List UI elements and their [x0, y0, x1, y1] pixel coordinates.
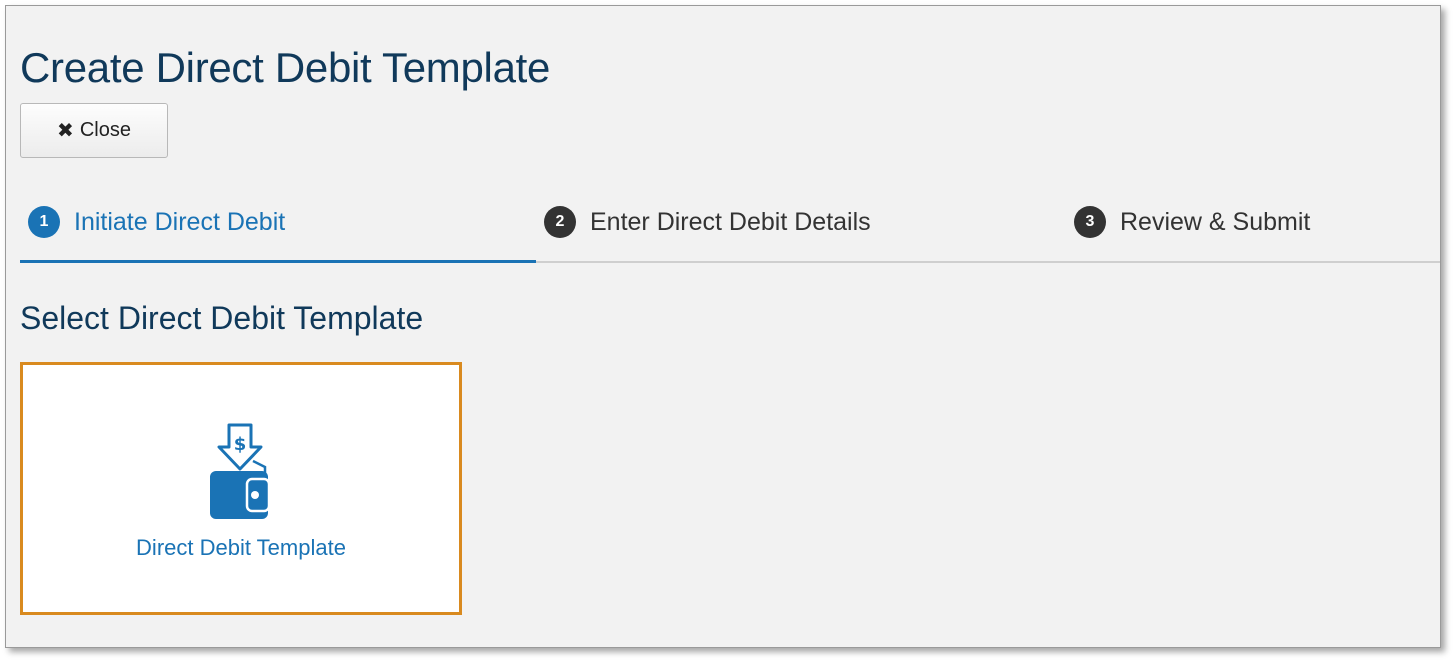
wallet-dollar-icon: $ [210, 423, 271, 519]
step-number-badge: 3 [1074, 206, 1106, 238]
section-title: Select Direct Debit Template [20, 300, 424, 336]
active-step-indicator [20, 260, 536, 263]
app-window: Create Direct Debit Template ✖ Close 1 I… [5, 5, 1441, 648]
step-number-badge: 1 [28, 206, 60, 238]
close-button[interactable]: ✖ Close [20, 103, 168, 158]
close-icon: ✖ [57, 120, 74, 142]
template-card-label: Direct Debit Template [136, 535, 346, 560]
wizard-stepper: 1 Initiate Direct Debit 2 Enter Direct D… [20, 201, 1440, 263]
step-label: Enter Direct Debit Details [590, 207, 871, 236]
svg-text:$: $ [234, 434, 247, 455]
step-number-badge: 2 [544, 206, 576, 238]
step-label: Initiate Direct Debit [74, 207, 286, 236]
page-title: Create Direct Debit Template [20, 44, 551, 91]
step-review-submit[interactable]: 3 Review & Submit [1074, 206, 1310, 238]
step-initiate-direct-debit[interactable]: 1 Initiate Direct Debit [28, 206, 285, 238]
step-label: Review & Submit [1120, 207, 1311, 236]
close-button-label: Close [79, 119, 131, 141]
step-enter-direct-debit-details[interactable]: 2 Enter Direct Debit Details [544, 206, 871, 238]
template-card-direct-debit[interactable]: $ Direct Debit Template [20, 362, 462, 615]
